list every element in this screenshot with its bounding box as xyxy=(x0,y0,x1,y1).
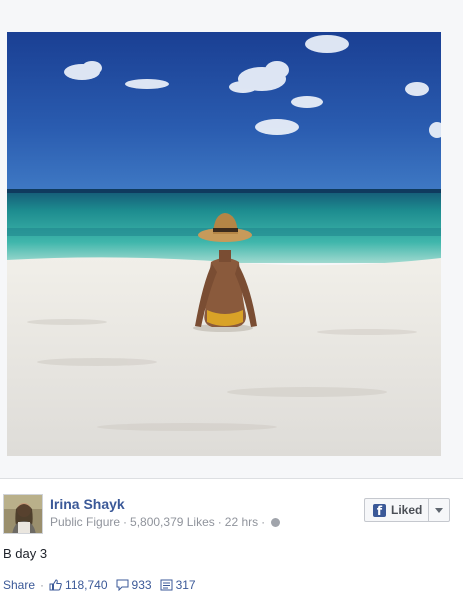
liked-button[interactable]: f Liked xyxy=(364,498,450,522)
post-footer: Share · 118,740 933 317 xyxy=(3,578,204,592)
thumbs-up-icon xyxy=(49,579,62,591)
author-name[interactable]: Irina Shayk xyxy=(50,496,125,512)
post-text: B day 3 xyxy=(3,546,48,561)
avatar[interactable] xyxy=(3,494,43,534)
avatar-image xyxy=(4,495,42,533)
likes-count: 118,740 xyxy=(65,578,108,592)
facebook-f-icon: f xyxy=(373,503,386,518)
likes-stat[interactable]: 118,740 xyxy=(49,578,108,592)
shares-stat[interactable]: 317 xyxy=(160,578,196,592)
beach-photo xyxy=(7,32,441,456)
photo-container xyxy=(0,0,463,479)
comments-count: 933 xyxy=(131,578,152,592)
liked-dropdown-caret[interactable] xyxy=(428,499,449,521)
liked-label: Liked xyxy=(391,503,423,517)
chevron-down-icon xyxy=(435,507,443,513)
comment-icon xyxy=(116,579,129,591)
comments-stat[interactable]: 933 xyxy=(116,578,152,592)
footer-separator: · xyxy=(40,578,45,592)
share-link[interactable]: Share xyxy=(3,578,35,592)
globe-icon xyxy=(271,518,281,527)
liked-main[interactable]: f Liked xyxy=(365,499,428,521)
shares-count: 317 xyxy=(175,578,196,592)
author-category[interactable]: Public Figure xyxy=(50,515,120,529)
post-photo[interactable] xyxy=(7,32,441,456)
post-timestamp[interactable]: 22 hrs xyxy=(225,515,258,529)
page-likes-count[interactable]: 5,800,379 Likes xyxy=(130,515,215,529)
share-icon xyxy=(160,579,173,591)
post-meta: Public Figure · 5,800,379 Likes · 22 hrs · xyxy=(50,515,281,529)
